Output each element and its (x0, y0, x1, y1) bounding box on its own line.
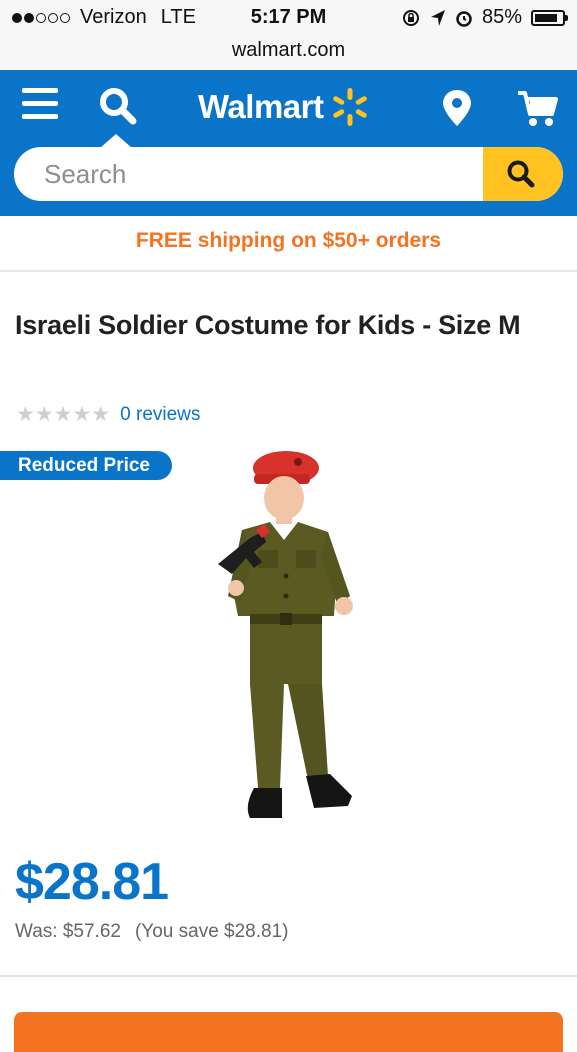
you-save: (You save $28.81) (134, 921, 289, 942)
spark-logo (333, 88, 368, 126)
reduced-price-badge: Reduced Price (0, 451, 172, 480)
location-arrow-icon (430, 9, 445, 26)
menu-icon[interactable] (22, 88, 58, 124)
free-shipping-banner[interactable]: FREE shipping on $50+ orders (0, 216, 577, 272)
battery-icon (531, 9, 568, 26)
location-pin-icon[interactable] (440, 88, 474, 128)
brand-name: Walmart (198, 88, 324, 125)
cart-icon[interactable] (516, 88, 558, 128)
product-image[interactable] (210, 446, 370, 834)
was-price: Was: $57.62 (15, 921, 121, 942)
search-tab-caret (100, 134, 132, 148)
battery-percent: 85% (481, 6, 522, 28)
product-title: Israeli Soldier Costume for Kids - Size … (15, 310, 521, 340)
product-rating[interactable]: ★★★★★ 0 reviews (16, 402, 200, 427)
status-bar: Verizon LTE 5:17 PM 85% (0, 0, 577, 36)
section-divider (0, 975, 577, 977)
reviews-link[interactable]: 0 reviews (120, 404, 200, 426)
rating-stars: ★★★★★ (16, 403, 111, 426)
search-icon (507, 160, 535, 188)
rotation-lock-icon (402, 9, 419, 26)
search-icon[interactable] (96, 84, 140, 128)
walmart-logo[interactable]: Walmart (198, 86, 371, 128)
search-submit-button[interactable] (483, 147, 563, 201)
add-to-cart-button[interactable] (14, 1012, 563, 1052)
search-input[interactable] (14, 147, 482, 201)
was-price-line: Was: $57.62 (You save $28.81) (15, 921, 303, 943)
status-icons: 85% (401, 6, 568, 29)
url-bar[interactable]: walmart.com (0, 36, 577, 70)
current-price: $28.81 (15, 853, 169, 911)
search-bar (14, 147, 563, 201)
alarm-icon (456, 10, 472, 27)
